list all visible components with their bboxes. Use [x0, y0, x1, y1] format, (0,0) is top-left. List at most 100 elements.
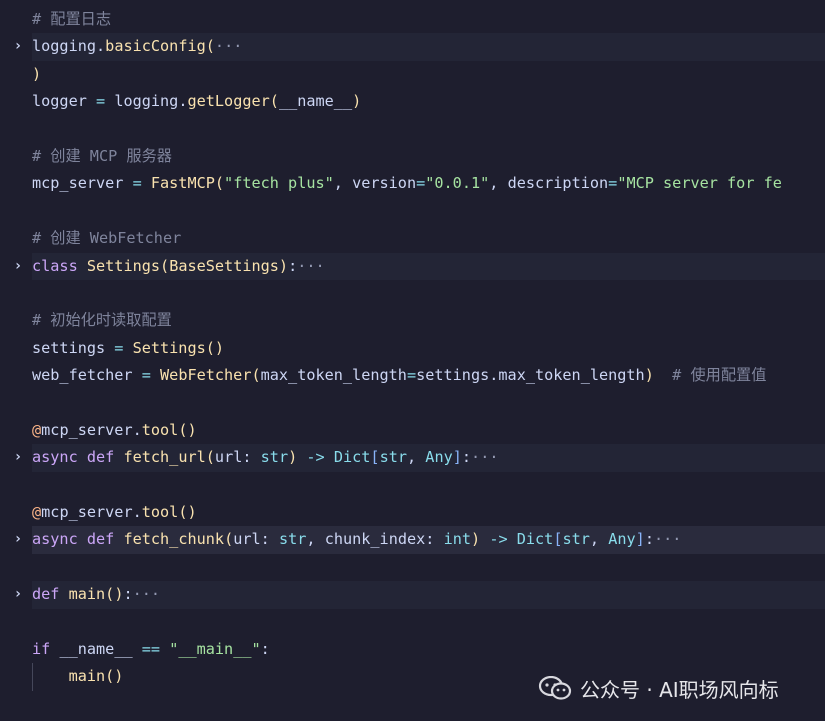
- fold-chevron-icon[interactable]: ›: [11, 526, 25, 553]
- code-line[interactable]: logger = logging.getLogger(__name__): [0, 88, 825, 115]
- code-token: ,: [407, 448, 426, 467]
- code-token: mcp_server: [32, 174, 124, 193]
- folded-ellipsis[interactable]: ···: [654, 530, 681, 548]
- fold-chevron-icon[interactable]: ›: [11, 444, 25, 471]
- code-line[interactable]: [0, 280, 825, 307]
- code-line[interactable]: # 初始化时读取配置: [0, 307, 825, 334]
- code-token: def: [86, 448, 115, 467]
- folded-ellipsis[interactable]: ···: [297, 257, 324, 275]
- code-token: "__main__": [169, 639, 261, 658]
- code-token: version: [352, 174, 417, 193]
- code-token: fetch_url: [123, 448, 206, 467]
- code-token: "0.0.1": [425, 174, 490, 193]
- code-token: chunk_index: [324, 530, 426, 549]
- code-token: ): [644, 366, 654, 385]
- code-line[interactable]: web_fetcher = WebFetcher(max_token_lengt…: [0, 362, 825, 389]
- code-line[interactable]: settings = Settings(): [0, 335, 825, 362]
- code-token: (: [269, 92, 279, 111]
- code-token: Settings: [86, 256, 161, 275]
- code-token: (: [251, 366, 261, 385]
- code-line[interactable]: [0, 554, 825, 581]
- code-token: ==: [132, 639, 170, 658]
- code-token: =: [608, 174, 618, 193]
- code-token: .: [132, 503, 142, 522]
- code-token: =: [105, 338, 133, 357]
- code-line[interactable]: @mcp_server.tool(): [0, 417, 825, 444]
- code-token: (): [205, 338, 225, 357]
- code-line[interactable]: [0, 389, 825, 416]
- code-text: ): [32, 61, 41, 88]
- code-text: # 创建 WebFetcher: [32, 225, 181, 252]
- code-token: logging: [114, 92, 179, 111]
- code-token: :: [260, 530, 279, 549]
- code-line[interactable]: ): [0, 61, 825, 88]
- code-token: def: [32, 585, 60, 604]
- folded-ellipsis[interactable]: ···: [133, 585, 160, 603]
- code-token: def: [86, 530, 115, 549]
- code-token: :: [288, 256, 298, 275]
- code-line[interactable]: [0, 116, 825, 143]
- wechat-icon: [538, 676, 572, 700]
- code-text: web_fetcher = WebFetcher(max_token_lengt…: [32, 362, 766, 389]
- code-token: if: [32, 639, 51, 658]
- code-token: (): [178, 503, 197, 522]
- code-token: :: [260, 639, 270, 658]
- code-text: # 配置日志: [32, 6, 111, 33]
- folded-ellipsis[interactable]: ···: [471, 448, 498, 466]
- code-line[interactable]: › class Settings(BaseSettings):···: [0, 252, 825, 280]
- code-line[interactable]: › def main():···: [0, 581, 825, 609]
- code-line[interactable]: @mcp_server.tool(): [0, 499, 825, 526]
- code-text: logger = logging.getLogger(__name__): [32, 88, 361, 115]
- code-token: [: [370, 448, 380, 467]
- code-token: # 创建 WebFetcher: [32, 229, 182, 248]
- code-token: BaseSettings: [169, 256, 279, 275]
- code-line[interactable]: › logging.basicConfig(···: [0, 33, 825, 61]
- code-token: "MCP server for fe: [617, 174, 782, 193]
- code-token: Settings: [132, 338, 206, 357]
- code-line[interactable]: [0, 198, 825, 225]
- code-text: class Settings(BaseSettings):···: [32, 253, 325, 280]
- code-token: :: [644, 530, 654, 549]
- code-token: (: [224, 530, 234, 549]
- code-token: # 创建 MCP 服务器: [32, 146, 172, 165]
- fold-chevron-icon[interactable]: ›: [11, 253, 25, 280]
- code-line[interactable]: › async def fetch_chunk(url: str, chunk_i…: [0, 526, 825, 554]
- code-token: =: [123, 174, 151, 193]
- code-token: Any: [425, 448, 453, 467]
- code-token: (): [105, 667, 124, 686]
- code-line[interactable]: # 配置日志: [0, 6, 825, 33]
- code-line[interactable]: # 创建 MCP 服务器: [0, 143, 825, 170]
- fold-chevron-icon[interactable]: ›: [11, 581, 25, 608]
- fold-chevron-icon[interactable]: ›: [11, 33, 25, 60]
- code-line[interactable]: [0, 609, 825, 636]
- code-token: =: [86, 92, 115, 111]
- code-token: str: [260, 448, 289, 467]
- code-line[interactable]: # 创建 WebFetcher: [0, 225, 825, 252]
- code-line[interactable]: mcp_server = FastMCP("ftech plus", versi…: [0, 170, 825, 197]
- code-token: ): [288, 448, 298, 467]
- code-token: =: [416, 174, 426, 193]
- code-token: (): [178, 420, 197, 439]
- code-editor[interactable]: # 配置日志 › logging.basicConfig(···) logger = …: [0, 6, 825, 691]
- code-text: if __name__ == "__main__":: [32, 636, 270, 663]
- code-token: ->: [480, 530, 517, 549]
- code-token: ->: [297, 448, 334, 467]
- code-token: __name__: [59, 639, 133, 658]
- code-token: basicConfig: [105, 37, 206, 56]
- code-token: __name__: [278, 92, 353, 111]
- code-line[interactable]: [0, 472, 825, 499]
- watermark-text: 公众号 · AI职场风向标: [580, 678, 779, 702]
- code-token: main: [68, 667, 106, 686]
- code-token: =: [406, 366, 417, 385]
- watermark: 公众号 · AI职场风向标: [514, 655, 825, 721]
- code-token: :: [425, 530, 444, 549]
- code-token: :: [461, 448, 472, 467]
- code-line[interactable]: › async def fetch_url(url: str) -> Dict[s…: [0, 444, 825, 472]
- code-token: ,: [333, 174, 353, 193]
- code-token: ): [352, 92, 362, 111]
- code-token: url: [214, 448, 243, 467]
- code-token: (: [214, 174, 225, 193]
- folded-ellipsis[interactable]: ···: [215, 37, 242, 55]
- code-token: async: [32, 448, 78, 467]
